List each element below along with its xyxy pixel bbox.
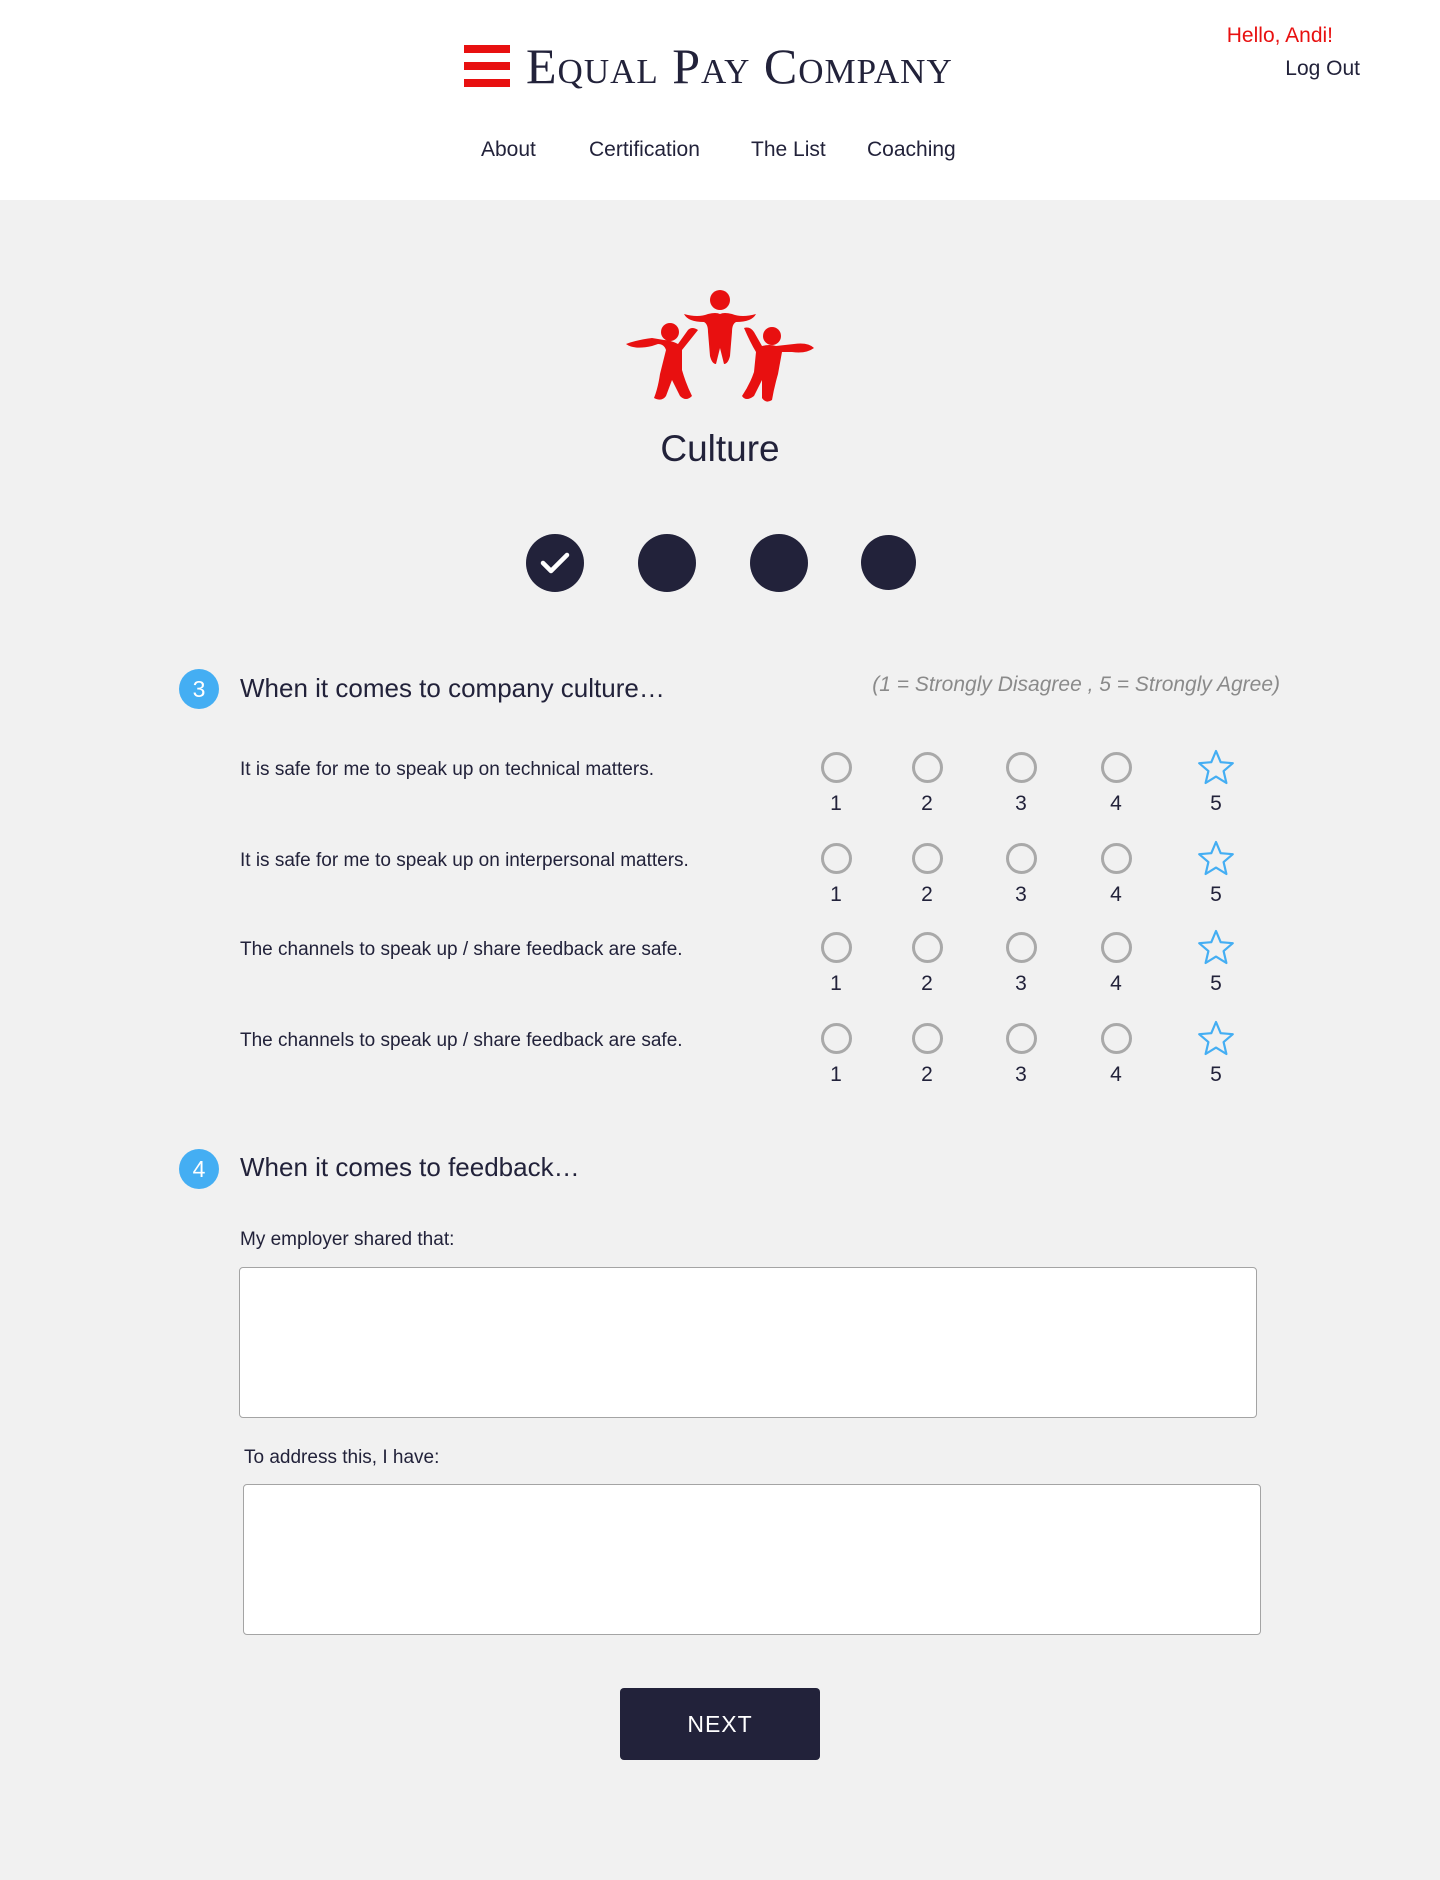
rating-option-number: 4 [1110, 1063, 1122, 1086]
rating-option[interactable]: 3 [996, 752, 1046, 826]
rating-option[interactable]: 3 [996, 932, 1046, 1006]
radio-circle-icon [821, 843, 852, 874]
radio-circle-icon [1006, 1023, 1037, 1054]
radio-circle-icon [821, 932, 852, 963]
rating-option-number: 5 [1210, 972, 1222, 995]
rating-option[interactable]: 2 [902, 843, 952, 917]
radio-circle-icon [1006, 843, 1037, 874]
rating-option[interactable]: 5 [1191, 749, 1241, 826]
section-title: Culture [660, 428, 780, 469]
main-nav: About Certification The List Coaching [0, 138, 1440, 168]
radio-circle-icon [821, 752, 852, 783]
rating-option-number: 2 [921, 883, 933, 906]
step-1-complete[interactable] [526, 534, 584, 592]
radio-circle-icon [912, 843, 943, 874]
user-greeting: Hello, Andi! [1226, 24, 1333, 47]
rating-option-number: 1 [830, 883, 842, 906]
statement-label: The channels to speak up / share feedbac… [240, 939, 683, 960]
question-title: When it comes to company culture… [240, 673, 665, 703]
step-2[interactable] [638, 534, 696, 592]
rating-option-number: 3 [1015, 792, 1027, 815]
radio-circle-icon [912, 932, 943, 963]
action-taken-textarea[interactable] [243, 1484, 1261, 1635]
rating-scale-legend: (1 = Strongly Disagree , 5 = Strongly Ag… [872, 673, 1280, 696]
site-header: Equal Pay Company Hello, Andi! Log Out A… [0, 0, 1440, 200]
question-number-badge: 4 [179, 1149, 219, 1189]
rating-option[interactable]: 2 [902, 932, 952, 1006]
rating-option[interactable]: 4 [1091, 843, 1141, 917]
rating-option-number: 1 [830, 972, 842, 995]
radio-circle-icon [1101, 843, 1132, 874]
star-selected-icon [1198, 1020, 1234, 1056]
radio-circle-icon [821, 1023, 852, 1054]
employer-feedback-textarea[interactable] [239, 1267, 1257, 1418]
rating-option-number: 2 [921, 972, 933, 995]
brand-logo[interactable]: Equal Pay Company [464, 36, 953, 96]
rating-option[interactable]: 5 [1191, 929, 1241, 1006]
action-taken-label: To address this, I have: [244, 1447, 440, 1468]
question-number-badge: 3 [179, 669, 219, 709]
radio-circle-icon [1006, 752, 1037, 783]
rating-option[interactable]: 1 [811, 1023, 861, 1097]
statement-label: The channels to speak up / share feedbac… [240, 1030, 683, 1051]
check-icon [540, 552, 570, 574]
star-selected-icon [1198, 840, 1234, 876]
rating-option-number: 4 [1110, 792, 1122, 815]
question-title: When it comes to feedback… [240, 1152, 580, 1182]
rating-option[interactable]: 1 [811, 752, 861, 826]
rating-option[interactable]: 3 [996, 1023, 1046, 1097]
step-4[interactable] [861, 535, 916, 590]
rating-option-number: 3 [1015, 972, 1027, 995]
rating-option-number: 2 [921, 1063, 933, 1086]
rating-option-number: 3 [1015, 1063, 1027, 1086]
statement-label: It is safe for me to speak up on interpe… [240, 850, 689, 871]
rating-option[interactable]: 3 [996, 843, 1046, 917]
radio-circle-icon [912, 752, 943, 783]
rating-option-number: 5 [1210, 1063, 1222, 1086]
rating-option-number: 5 [1210, 883, 1222, 906]
nav-about[interactable]: About [481, 138, 536, 162]
rating-option[interactable]: 1 [811, 932, 861, 1006]
nav-certification[interactable]: Certification [589, 138, 700, 162]
radio-circle-icon [1101, 932, 1132, 963]
logout-link[interactable]: Log Out [1240, 57, 1360, 81]
nav-coaching[interactable]: Coaching [867, 138, 956, 162]
radio-circle-icon [912, 1023, 943, 1054]
star-selected-icon [1198, 749, 1234, 785]
rating-option-number: 5 [1210, 792, 1222, 815]
rating-option-number: 1 [830, 1063, 842, 1086]
rating-option-number: 4 [1110, 972, 1122, 995]
radio-circle-icon [1006, 932, 1037, 963]
rating-option[interactable]: 2 [902, 752, 952, 826]
nav-the-list[interactable]: The List [751, 138, 826, 162]
radio-circle-icon [1101, 1023, 1132, 1054]
rating-option[interactable]: 5 [1191, 840, 1241, 917]
rating-option[interactable]: 2 [902, 1023, 952, 1097]
step-3[interactable] [750, 534, 808, 592]
next-button[interactable]: NEXT [620, 1688, 820, 1760]
rating-option[interactable]: 4 [1091, 932, 1141, 1006]
people-celebrating-icon [626, 290, 814, 402]
brand-name: Equal Pay Company [526, 38, 953, 94]
rating-option[interactable]: 1 [811, 843, 861, 917]
rating-option[interactable]: 4 [1091, 1023, 1141, 1097]
rating-option[interactable]: 4 [1091, 752, 1141, 826]
star-selected-icon [1198, 929, 1234, 965]
rating-option-number: 1 [830, 792, 842, 815]
rating-option[interactable]: 5 [1191, 1020, 1241, 1097]
progress-steps [0, 534, 1440, 594]
rating-option-number: 4 [1110, 883, 1122, 906]
rating-option-number: 3 [1015, 883, 1027, 906]
radio-circle-icon [1101, 752, 1132, 783]
employer-feedback-label: My employer shared that: [240, 1229, 455, 1250]
rating-option-number: 2 [921, 792, 933, 815]
statement-label: It is safe for me to speak up on technic… [240, 759, 654, 780]
hamburger-logo-icon [464, 43, 510, 89]
